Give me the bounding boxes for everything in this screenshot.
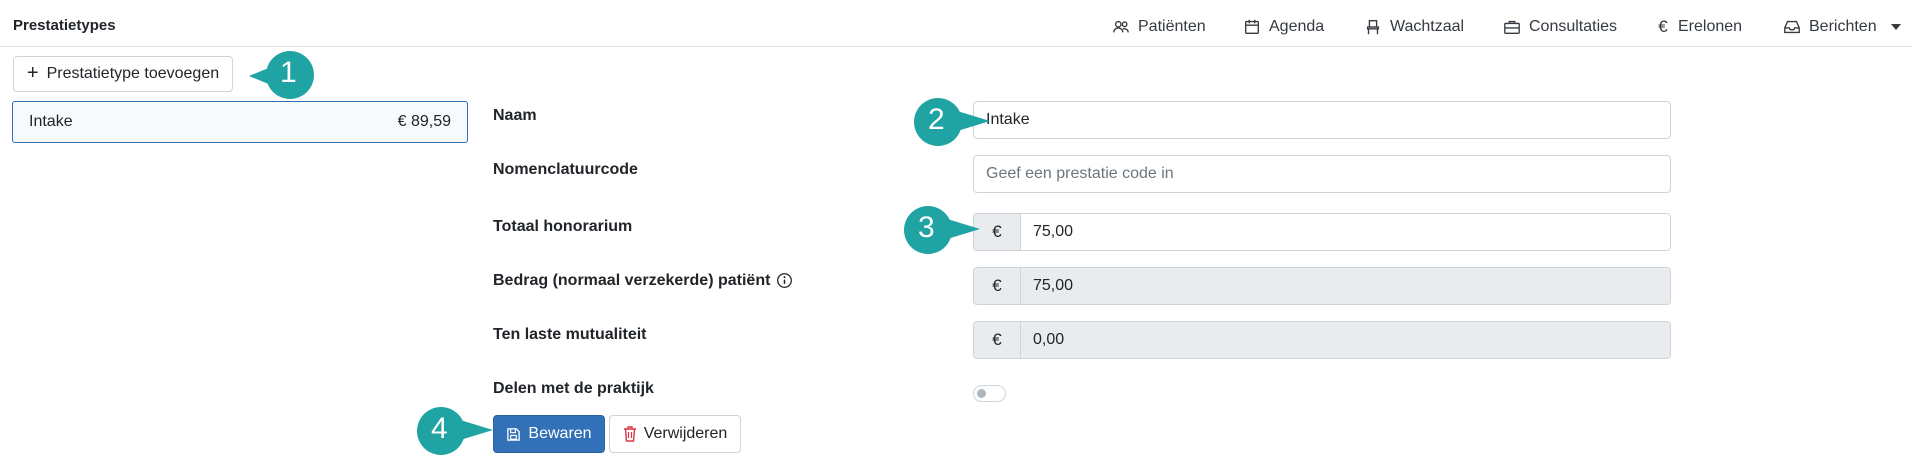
nav-label: Agenda bbox=[1269, 18, 1325, 35]
chair-icon bbox=[1366, 20, 1380, 35]
euro-addon: € bbox=[974, 268, 1021, 304]
callout-4: 4 bbox=[413, 405, 495, 459]
plus-icon: + bbox=[26, 62, 39, 84]
label-totaal-honorarium: Totaal honorarium bbox=[493, 218, 633, 235]
floppy-disk-icon bbox=[507, 427, 521, 441]
callout-2: 2 bbox=[910, 96, 992, 150]
callout-marker-icon bbox=[914, 98, 990, 146]
callout-number: 1 bbox=[280, 56, 297, 89]
nav-agenda[interactable]: Agenda bbox=[1243, 15, 1324, 39]
save-label: Bewaren bbox=[528, 425, 592, 442]
nav-label: Berichten bbox=[1809, 18, 1877, 35]
callout-marker-icon bbox=[417, 407, 493, 455]
ten-laste-input: € 0,00 bbox=[973, 321, 1671, 359]
nav-label: Erelonen bbox=[1678, 18, 1743, 35]
nav-wachtzaal[interactable]: Wachtzaal bbox=[1364, 15, 1464, 39]
callout-3: 3 bbox=[900, 204, 982, 258]
callout-number: 3 bbox=[918, 211, 935, 244]
delen-toggle[interactable] bbox=[973, 385, 1006, 402]
label-ten-laste-mutualiteit: Ten laste mutualiteit bbox=[493, 326, 647, 343]
users-icon bbox=[1113, 20, 1129, 33]
label-nomenclatuurcode: Nomenclatuurcode bbox=[493, 161, 638, 178]
label-bedrag-patient-text: Bedrag (normaal verzekerde) patiënt bbox=[493, 272, 771, 289]
nav-erelonen[interactable]: € Erelonen bbox=[1656, 15, 1742, 39]
nav-patienten[interactable]: Patiënten bbox=[1112, 15, 1206, 39]
toggle-knob bbox=[977, 389, 986, 398]
header-divider bbox=[0, 46, 1912, 47]
nav-label: Wachtzaal bbox=[1390, 18, 1465, 35]
label-delen-met-praktijk: Delen met de praktijk bbox=[493, 380, 654, 397]
chevron-down-icon bbox=[1890, 24, 1901, 30]
info-icon[interactable] bbox=[776, 272, 793, 289]
page-title: Prestatietypes bbox=[13, 17, 116, 34]
nomenclatuurcode-input[interactable]: Geef een prestatie code in bbox=[973, 155, 1671, 193]
save-button[interactable]: Bewaren bbox=[493, 415, 605, 453]
ten-laste-value: 0,00 bbox=[1021, 322, 1670, 358]
list-item-price: € 89,59 bbox=[397, 113, 451, 130]
trash-icon bbox=[623, 426, 636, 442]
nav-consultaties[interactable]: Consultaties bbox=[1503, 15, 1617, 39]
euro-icon: € bbox=[1658, 17, 1668, 36]
calendar-icon bbox=[1245, 19, 1259, 34]
callout-number: 4 bbox=[431, 412, 448, 445]
callout-1: 1 bbox=[247, 49, 329, 103]
totaal-honorarium-value[interactable]: 75,00 bbox=[1021, 214, 1670, 250]
briefcase-icon bbox=[1504, 20, 1520, 34]
bedrag-patient-value: 75,00 bbox=[1021, 268, 1670, 304]
callout-number: 2 bbox=[928, 103, 945, 136]
delete-button[interactable]: Verwijderen bbox=[609, 415, 741, 453]
inbox-icon bbox=[1784, 20, 1800, 34]
add-prestatietype-button[interactable]: + Prestatietype toevoegen bbox=[13, 56, 233, 92]
callout-marker-icon bbox=[904, 206, 980, 254]
totaal-honorarium-input[interactable]: € 75,00 bbox=[973, 213, 1671, 251]
bedrag-patient-input: € 75,00 bbox=[973, 267, 1671, 305]
delete-label: Verwijderen bbox=[643, 425, 728, 442]
label-naam: Naam bbox=[493, 107, 537, 124]
naam-input[interactable]: Intake bbox=[973, 101, 1671, 139]
list-item[interactable]: Intake € 89,59 bbox=[12, 101, 468, 143]
euro-addon: € bbox=[974, 322, 1021, 358]
nav-berichten[interactable]: Berichten bbox=[1783, 15, 1901, 39]
label-bedrag-patient: Bedrag (normaal verzekerde) patiënt bbox=[493, 272, 793, 290]
nav-label: Consultaties bbox=[1529, 18, 1618, 35]
nav-label: Patiënten bbox=[1138, 18, 1206, 35]
add-button-label: Prestatietype toevoegen bbox=[46, 65, 220, 82]
list-item-name: Intake bbox=[29, 113, 73, 130]
